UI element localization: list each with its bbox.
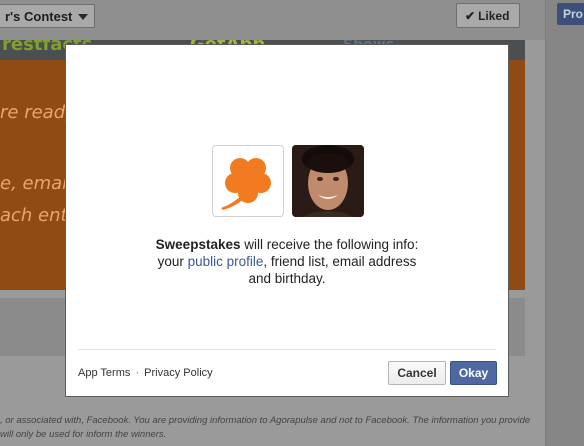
- clover-icon: [221, 158, 271, 210]
- contest-dropdown[interactable]: r's Contest: [0, 4, 95, 28]
- user-avatar: [292, 145, 364, 217]
- liked-button-label: Liked: [478, 9, 510, 23]
- right-column: [545, 0, 584, 446]
- promote-button[interactable]: Pro: [557, 3, 584, 25]
- disclaimer-text: , or associated with, Facebook. You are …: [0, 415, 531, 440]
- chevron-down-icon: [78, 14, 88, 20]
- promote-button-label: Pro: [563, 7, 584, 21]
- contest-dropdown-label: r's Contest: [5, 9, 73, 24]
- privacy-policy-link[interactable]: Privacy Policy: [144, 367, 212, 379]
- app-icon: [212, 145, 284, 217]
- check-icon: ✔: [465, 9, 476, 23]
- dialog-divider: [78, 349, 496, 350]
- permission-info: Sweepstakes will receive the following i…: [66, 236, 508, 287]
- cancel-button[interactable]: Cancel: [388, 361, 446, 385]
- permission-line-2-text: , friend list, email address: [263, 254, 417, 269]
- okay-button[interactable]: Okay: [450, 361, 497, 385]
- permission-line-1-text: will receive the following info:: [240, 237, 419, 252]
- app-terms-link[interactable]: App Terms: [78, 367, 130, 379]
- permission-dialog: Sweepstakes will receive the following i…: [65, 44, 509, 397]
- dialog-footer-links: App Terms · Privacy Policy: [78, 367, 213, 379]
- permission-line-2: your public profile, friend list, email …: [66, 253, 508, 270]
- link-separator: ·: [135, 367, 140, 379]
- user-photo: [292, 145, 364, 217]
- app-name: Sweepstakes: [155, 237, 241, 252]
- permission-line-2-prefix: your: [157, 254, 188, 269]
- permission-line-1: Sweepstakes will receive the following i…: [66, 236, 508, 253]
- permission-line-3: and birthday.: [248, 271, 326, 286]
- liked-button[interactable]: ✔ Liked: [456, 3, 520, 28]
- public-profile-link[interactable]: public profile: [188, 254, 264, 269]
